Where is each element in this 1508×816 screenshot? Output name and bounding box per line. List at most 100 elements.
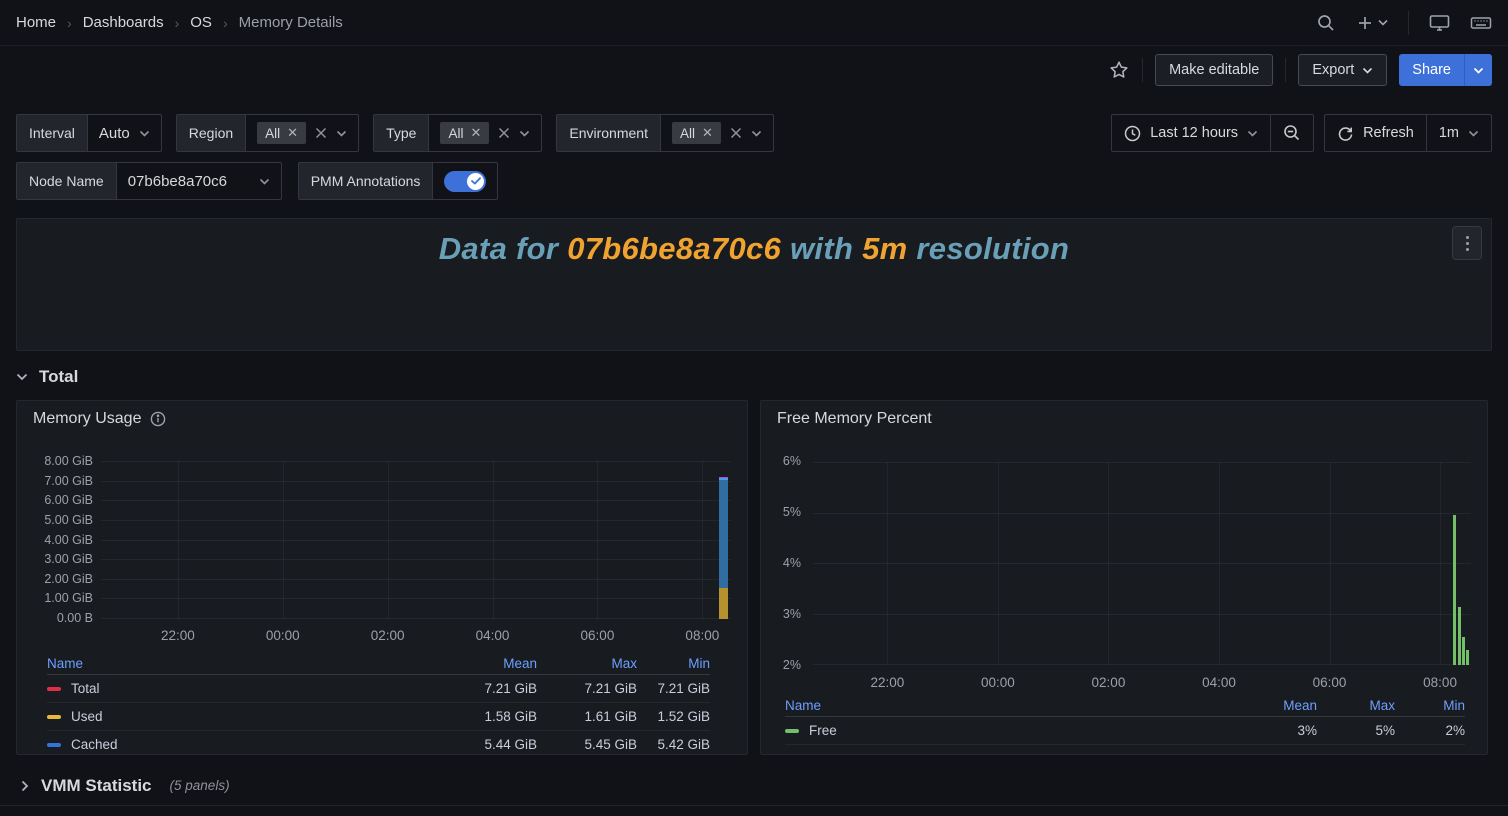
breadcrumb-home[interactable]: Home [16, 14, 56, 31]
legend-column-header[interactable]: Mean [437, 656, 537, 671]
region-filter-chip[interactable]: All✕ [257, 122, 306, 144]
make-editable-button[interactable]: Make editable [1155, 54, 1273, 86]
gridline [702, 461, 703, 619]
type-chip-label: All [448, 126, 463, 141]
chip-remove-icon[interactable]: ✕ [702, 125, 713, 141]
breadcrumb-current-page: Memory Details [239, 14, 343, 31]
environment-filter-chip[interactable]: All✕ [672, 122, 721, 144]
favorite-star-icon[interactable] [1108, 59, 1130, 81]
refresh-icon [1337, 125, 1354, 142]
chevron-down-icon [259, 178, 270, 185]
row-header-vmm-statistic[interactable]: VMM Statistic (5 panels) [0, 766, 1508, 806]
y-tick-label: 3% [783, 607, 801, 621]
clear-all-icon[interactable] [498, 127, 510, 139]
dashboard-actions-bar: Make editable Export Share [0, 46, 1508, 94]
node-name-filter-select[interactable]: 07b6be8a70c6 [117, 163, 281, 199]
add-icon[interactable] [1356, 14, 1388, 32]
legend-series-cell: Free [785, 723, 1217, 738]
refresh-button[interactable]: Refresh [1325, 115, 1426, 151]
breadcrumb-separator-icon: › [67, 15, 72, 31]
interval-filter-value: Auto [99, 125, 130, 142]
gridline [493, 461, 494, 619]
panel-menu-kebab-icon[interactable] [1452, 226, 1482, 260]
legend-value: 1.58 GiB [437, 709, 537, 724]
legend-row[interactable]: Used1.58 GiB1.61 GiB1.52 GiB [47, 703, 710, 731]
line-spike [1466, 650, 1469, 665]
plot-area[interactable] [813, 462, 1471, 665]
legend-row[interactable]: Total7.21 GiB7.21 GiB7.21 GiB [47, 675, 710, 703]
y-tick-label: 4% [783, 556, 801, 570]
type-filter-label: Type [374, 115, 429, 151]
series-name: Cached [71, 737, 118, 752]
share-dropdown-caret[interactable] [1464, 54, 1492, 86]
chevron-down-icon [1362, 67, 1373, 74]
y-tick-label: 5% [783, 505, 801, 519]
x-axis: 22:0000:0002:0004:0006:0008:00 [101, 628, 731, 644]
gridline [1108, 462, 1109, 665]
y-axis: 8.00 GiB7.00 GiB6.00 GiB5.00 GiB4.00 GiB… [17, 454, 101, 625]
legend-value: 5% [1317, 723, 1395, 738]
row-header-total[interactable]: Total [16, 360, 78, 394]
clock-icon [1124, 125, 1141, 142]
monitor-icon[interactable] [1429, 13, 1450, 33]
region-filter-select[interactable]: All✕ [246, 115, 358, 151]
breadcrumb-os[interactable]: OS [190, 14, 212, 31]
zoom-out-time-button[interactable] [1270, 115, 1313, 151]
type-filter-chip[interactable]: All ✕ [440, 122, 489, 144]
refresh-interval-value: 1m [1439, 125, 1459, 141]
chevron-down-icon [519, 130, 530, 137]
row-panel-count: (5 panels) [170, 778, 230, 793]
gridline [597, 461, 598, 619]
series-name: Used [71, 709, 103, 724]
legend-row[interactable]: Cached5.44 GiB5.45 GiB5.42 GiB [47, 731, 710, 755]
banner-text-segment: Data for [439, 231, 567, 266]
breadcrumb-dashboards[interactable]: Dashboards [83, 14, 164, 31]
x-tick-label: 22:00 [870, 675, 904, 690]
x-tick-label: 00:00 [981, 675, 1015, 690]
breadcrumb-separator-icon: › [223, 15, 228, 31]
export-button[interactable]: Export [1298, 54, 1387, 86]
gridline [1219, 462, 1220, 665]
time-range-button[interactable]: Last 12 hours [1112, 115, 1270, 151]
legend-column-header[interactable]: Max [537, 656, 637, 671]
stacked-bar-segment [719, 480, 728, 587]
legend-column-header[interactable]: Min [637, 656, 710, 671]
breadcrumb: Home › Dashboards › OS › Memory Details [16, 14, 343, 31]
refresh-picker: Refresh 1m [1324, 114, 1492, 152]
y-axis: 6%5%4%3%2% [761, 454, 801, 672]
share-button[interactable]: Share [1399, 54, 1464, 86]
zoom-out-icon [1283, 124, 1301, 142]
chip-remove-icon[interactable]: ✕ [470, 125, 481, 141]
chip-remove-icon[interactable]: ✕ [287, 125, 298, 141]
text-panel: Data for 07b6be8a70c6 with 5m resolution [16, 218, 1492, 351]
legend-column-header[interactable]: Name [47, 656, 437, 671]
chevron-down-icon [336, 130, 347, 137]
interval-filter-select[interactable]: Auto [88, 115, 161, 151]
stacked-bar-segment [719, 478, 728, 480]
node-name-filter-value: 07b6be8a70c6 [128, 173, 227, 190]
refresh-interval-select[interactable]: 1m [1426, 115, 1491, 151]
pmm-annotations-toggle[interactable] [444, 171, 486, 192]
template-variables-row-2: Node Name 07b6be8a70c6 PMM Annotations [16, 162, 1492, 200]
legend-column-header[interactable]: Max [1317, 698, 1395, 713]
legend-column-header[interactable]: Mean [1217, 698, 1317, 713]
clear-all-icon[interactable] [315, 127, 327, 139]
keyboard-icon[interactable] [1470, 13, 1492, 33]
x-tick-label: 04:00 [1202, 675, 1236, 690]
legend-column-header[interactable]: Name [785, 698, 1217, 713]
environment-filter-select[interactable]: All✕ [661, 115, 773, 151]
x-tick-label: 02:00 [1092, 675, 1126, 690]
clear-all-icon[interactable] [730, 127, 742, 139]
gridline [178, 461, 179, 619]
node-name-filter: Node Name 07b6be8a70c6 [16, 162, 282, 200]
type-filter-select[interactable]: All ✕ [429, 115, 541, 151]
search-icon[interactable] [1316, 13, 1336, 33]
plot-area[interactable] [101, 461, 731, 619]
y-tick-label: 1.00 GiB [44, 591, 93, 605]
gridline [998, 462, 999, 665]
legend-row[interactable]: Free3%5%2% [785, 717, 1465, 745]
line-spike [1458, 607, 1461, 665]
legend-column-header[interactable]: Min [1395, 698, 1465, 713]
time-range-picker: Last 12 hours [1111, 114, 1314, 152]
legend-value: 1.61 GiB [537, 709, 637, 724]
